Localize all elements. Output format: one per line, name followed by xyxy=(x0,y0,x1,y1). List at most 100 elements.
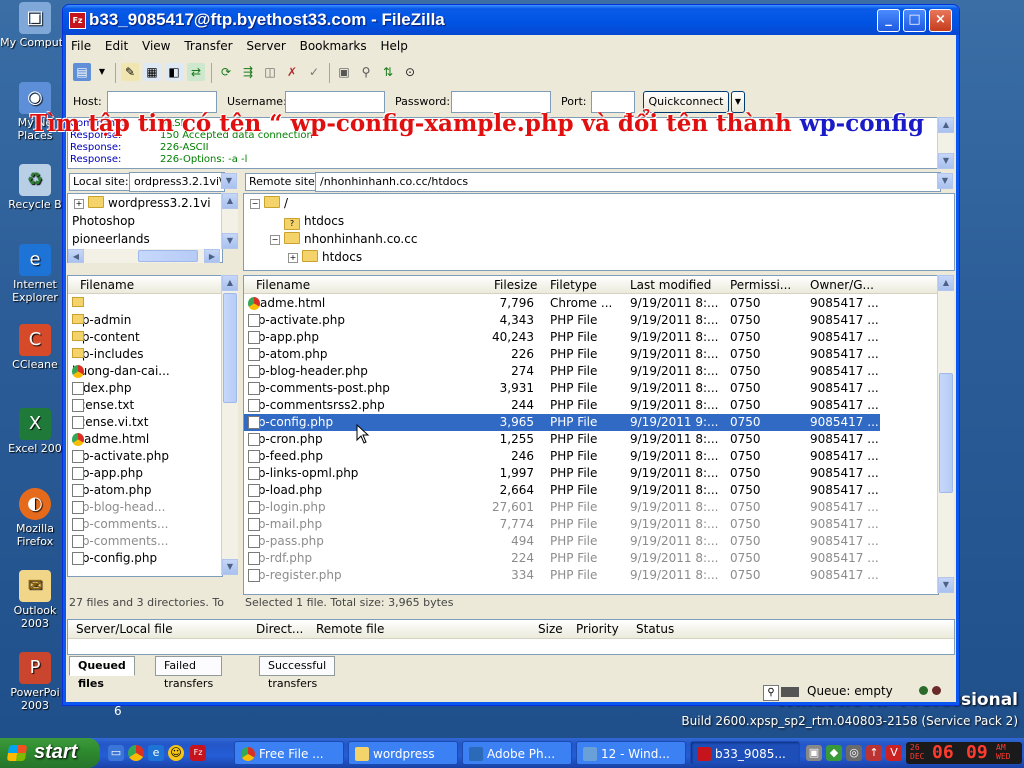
scroll-down-icon[interactable]: ▼ xyxy=(938,577,954,593)
scroll-down-icon[interactable]: ▼ xyxy=(222,559,238,575)
scroll-down-icon[interactable]: ▼ xyxy=(222,233,238,249)
directory-comparison-icon[interactable]: ⚲ xyxy=(357,63,375,81)
scroll-right-icon[interactable]: ▶ xyxy=(204,249,220,263)
table-row[interactable]: wp-content xyxy=(68,329,222,346)
column-header-filename[interactable]: Filename xyxy=(256,278,310,292)
remote-site-path-input[interactable]: /nhonhinhanh.co.cc/htdocs xyxy=(315,172,941,192)
task-free-file[interactable]: Free File ... xyxy=(234,741,344,765)
title-bar[interactable]: Fz b33_9085417@ftp.byethost33.com - File… xyxy=(63,5,959,35)
scroll-up-icon[interactable]: ▲ xyxy=(222,275,238,291)
messenger-quicklaunch-icon[interactable]: ☺ xyxy=(168,745,184,761)
table-row[interactable]: index.php xyxy=(68,380,222,397)
reconnect-icon[interactable]: ✓ xyxy=(305,63,323,81)
scroll-up-icon[interactable]: ▲ xyxy=(938,117,954,133)
menu-help[interactable]: Help xyxy=(375,36,412,53)
chrome-quicklaunch-icon[interactable] xyxy=(128,745,144,761)
table-row[interactable]: wp-rdf.php 224 PHP File 9/19/2011 8:... 0750… xyxy=(244,550,880,567)
column-header-filetype[interactable]: Filetype xyxy=(550,278,597,292)
table-row[interactable]: wp-includes xyxy=(68,346,222,363)
table-row[interactable]: .. xyxy=(68,295,222,312)
close-button[interactable]: × xyxy=(929,9,952,32)
scroll-up-icon[interactable]: ▲ xyxy=(938,275,954,291)
filezilla-quicklaunch-icon[interactable]: Fz xyxy=(190,745,206,761)
column-header-priority[interactable]: Priority xyxy=(576,622,619,636)
table-row[interactable]: wp-commentsrss2.php 244 PHP File 9/19/2011 … xyxy=(244,397,880,414)
tree-item[interactable]: pioneerlands xyxy=(72,232,150,246)
tray-icon[interactable]: V xyxy=(886,745,902,761)
directory-listing-filters-icon[interactable]: ▣ xyxy=(335,63,353,81)
table-row[interactable]: wp-links-opml.php 1,997 PHP File 9/19/2011 … xyxy=(244,465,880,482)
local-tree-scrollbar[interactable]: ▲ ▼ xyxy=(221,193,238,249)
message-log-toggle-icon[interactable]: ✎ xyxy=(121,63,139,81)
table-row[interactable]: license.vi.txt xyxy=(68,414,222,431)
cancel-operation-icon[interactable]: ◫ xyxy=(261,63,279,81)
table-row[interactable]: license.txt xyxy=(68,397,222,414)
start-button[interactable]: start xyxy=(0,738,100,768)
column-header-owner-group[interactable]: Owner/G... xyxy=(810,278,874,292)
minimize-button[interactable]: _ xyxy=(877,9,900,32)
desktop-icon-internet-explorer[interactable]: e Internet Explorer xyxy=(0,244,70,304)
column-header-last-modified[interactable]: Last modified xyxy=(630,278,711,292)
scroll-down-icon[interactable]: ▼ xyxy=(938,153,954,169)
local-file-list[interactable]: Filename .. wp-admin wp-content wp-includes… xyxy=(67,275,223,577)
tray-icon[interactable]: ◎ xyxy=(846,745,862,761)
desktop-icon-firefox[interactable]: ◐ Mozilla Firefox xyxy=(0,488,70,548)
desktop-icon-ccleaner[interactable]: C CCleane xyxy=(0,324,70,371)
table-row[interactable]: wp-load.php 2,664 PHP File 9/19/2011 8:... 0… xyxy=(244,482,880,499)
tray-icon[interactable]: ◆ xyxy=(826,745,842,761)
tree-item[interactable]: − / xyxy=(250,196,288,210)
table-row[interactable]: wp-blog-header.php 274 PHP File 9/19/2011 8… xyxy=(244,363,880,380)
maximize-button[interactable]: □ xyxy=(903,9,926,32)
table-row[interactable]: wp-activate.php 4,343 PHP File 9/19/2011 8:… xyxy=(244,312,880,329)
table-row[interactable]: wp-comments... xyxy=(68,533,222,550)
menu-edit[interactable]: Edit xyxy=(100,36,133,53)
show-desktop-icon[interactable]: ▭ xyxy=(108,745,124,761)
local-files-scrollbar[interactable]: ▲ ▼ xyxy=(221,275,238,575)
speed-limit-icon[interactable]: ⚲ xyxy=(763,685,779,701)
table-row[interactable]: wp-atom.php 226 PHP File 9/19/2011 8:... 075… xyxy=(244,346,880,363)
synchronized-browsing-icon[interactable]: ⇅ xyxy=(379,63,397,81)
column-header-server-local-file[interactable]: Server/Local file xyxy=(76,622,173,636)
expand-icon[interactable]: + xyxy=(288,253,298,263)
tray-icon[interactable]: ▣ xyxy=(806,745,822,761)
desktop-icon-my-computer[interactable]: ▣ My Compute xyxy=(0,2,70,49)
site-manager-dropdown-icon[interactable]: ▼ xyxy=(93,63,111,81)
scroll-thumb[interactable] xyxy=(939,373,953,493)
transfer-queue[interactable]: Server/Local file Direct... Remote file … xyxy=(67,619,955,655)
table-row[interactable]: wp-blog-head... xyxy=(68,499,222,516)
column-header-permissions[interactable]: Permissi... xyxy=(730,278,791,292)
scroll-left-icon[interactable]: ◀ xyxy=(68,249,84,263)
menu-file[interactable]: File xyxy=(66,36,96,53)
table-row[interactable]: wp-login.php 27,601 PHP File 9/19/2011 8:..… xyxy=(244,499,880,516)
table-row[interactable]: wp-app.php xyxy=(68,465,222,482)
table-row[interactable]: wp-cron.php 1,255 PHP File 9/19/2011 8:... 0… xyxy=(244,431,880,448)
table-row[interactable]: readme.html 7,796 Chrome ... 9/19/2011 8:..… xyxy=(244,295,880,312)
task-windows-picture-viewer[interactable]: 12 - Wind... xyxy=(576,741,686,765)
tree-item[interactable]: ? htdocs xyxy=(284,214,344,230)
tree-item[interactable]: Photoshop xyxy=(72,214,135,228)
scroll-thumb[interactable] xyxy=(223,293,237,403)
column-header-direction[interactable]: Direct... xyxy=(256,622,303,636)
local-tree-toggle-icon[interactable]: ▦ xyxy=(143,63,161,81)
column-header-size[interactable]: Size xyxy=(538,622,563,636)
tab-queued-files[interactable]: Queued files xyxy=(69,656,135,690)
remote-tree-toggle-icon[interactable]: ◧ xyxy=(165,63,183,81)
menu-transfer[interactable]: Transfer xyxy=(179,36,237,53)
tab-failed-transfers[interactable]: Failed transfers xyxy=(155,656,223,690)
local-site-path-input[interactable]: ordpress3.2.1vi\ xyxy=(129,172,225,192)
table-row[interactable]: huong-dan-cai... xyxy=(68,363,222,380)
desktop-icon-recycle-bin[interactable]: ♻ Recycle B xyxy=(0,164,70,211)
menu-bookmarks[interactable]: Bookmarks xyxy=(295,36,372,53)
table-row[interactable]: wp-register.php 334 PHP File 9/19/2011 8:..… xyxy=(244,567,880,584)
table-row[interactable]: wp-activate.php xyxy=(68,448,222,465)
table-row[interactable]: readme.html xyxy=(68,431,222,448)
scroll-up-icon[interactable]: ▲ xyxy=(222,193,238,209)
log-scrollbar[interactable]: ▲ ▼ xyxy=(937,117,954,169)
remote-path-dropdown-icon[interactable]: ▼ xyxy=(937,173,953,189)
column-header-filename[interactable]: Filename xyxy=(80,278,134,292)
ie-quicklaunch-icon[interactable]: e xyxy=(148,745,164,761)
table-row[interactable]: wp-feed.php 246 PHP File 9/19/2011 8:... 075… xyxy=(244,448,880,465)
menu-view[interactable]: View xyxy=(137,36,175,53)
clock[interactable]: 26 DEC 06 09 AM WED xyxy=(906,742,1022,764)
site-manager-icon[interactable]: ▤ xyxy=(73,63,91,81)
